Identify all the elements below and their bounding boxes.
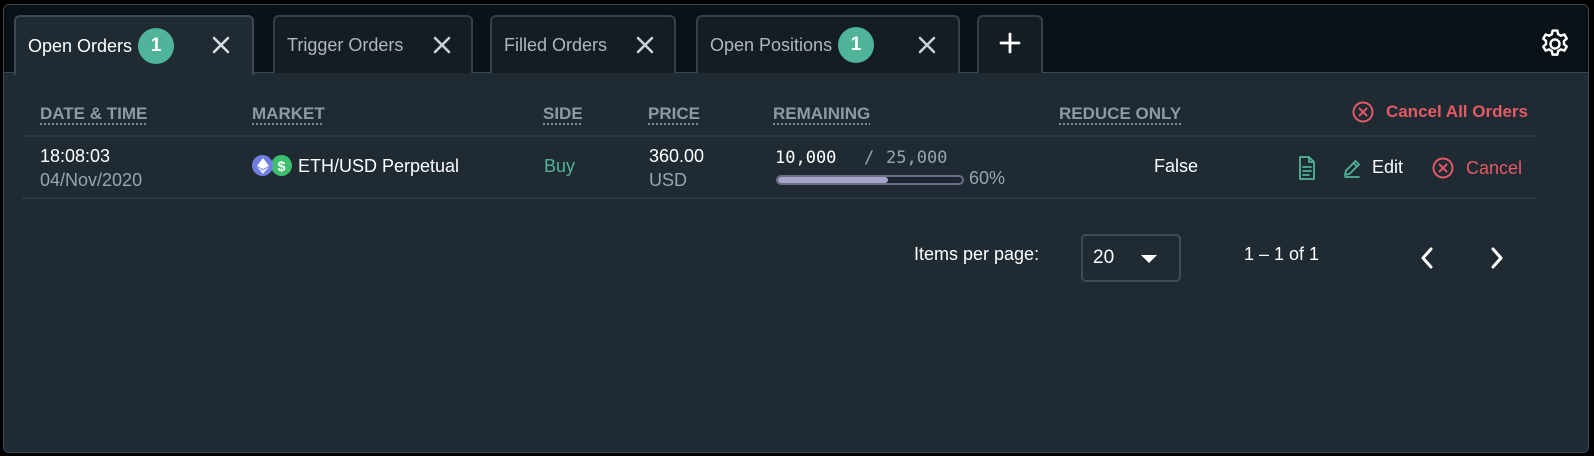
circle-x-icon xyxy=(1352,101,1374,123)
tab-label: Open Positions xyxy=(710,34,833,55)
orders-panel: Open Orders 1 Trigger Orders Filled Orde… xyxy=(3,4,1589,453)
cancel-label: Cancel xyxy=(1466,157,1523,178)
column-header-remaining[interactable]: REMAINING xyxy=(773,104,870,124)
tab-label: Trigger Orders xyxy=(287,34,404,55)
remaining-percent: 60% xyxy=(969,168,1006,188)
tab-label: Filled Orders xyxy=(504,34,608,55)
tab-bar: Open Orders 1 Trigger Orders Filled Orde… xyxy=(4,5,1588,75)
column-header-market[interactable]: MARKET xyxy=(252,104,325,124)
price-unit: USD xyxy=(649,170,688,190)
chevron-right-icon xyxy=(1489,246,1505,270)
progress-fill xyxy=(778,177,889,183)
remaining-progress-bar xyxy=(776,175,964,185)
row-divider xyxy=(22,197,1536,199)
gear-icon[interactable] xyxy=(1538,27,1572,61)
column-header-side[interactable]: SIDE xyxy=(543,104,583,124)
total-amount: 25,000 xyxy=(886,148,948,168)
cancel-all-orders-button[interactable]: Cancel All Orders xyxy=(1352,101,1528,123)
cancel-order-button[interactable]: Cancel xyxy=(1432,157,1522,179)
tab-open-positions[interactable]: Open Positions 1 xyxy=(696,15,960,73)
edit-label: Edit xyxy=(1372,157,1404,177)
header-divider xyxy=(22,135,1536,137)
chevron-left-icon xyxy=(1419,246,1435,270)
order-time: 18:08:03 xyxy=(40,146,111,166)
order-details-button[interactable] xyxy=(1298,156,1316,180)
order-price: 360.00 xyxy=(649,146,705,166)
reduce-only-value: False xyxy=(1154,156,1199,176)
tab-open-orders[interactable]: Open Orders 1 xyxy=(14,15,254,75)
remaining-separator: / xyxy=(864,148,875,168)
column-header-price[interactable]: PRICE xyxy=(648,104,700,124)
items-per-page-select[interactable]: 20 xyxy=(1081,234,1181,282)
close-icon[interactable] xyxy=(916,34,938,56)
document-icon xyxy=(1298,156,1316,180)
page-range-label: 1 – 1 of 1 xyxy=(1244,244,1320,264)
chevron-down-icon xyxy=(1141,255,1157,263)
previous-page-button[interactable] xyxy=(1412,243,1442,273)
column-header-reduce-only[interactable]: REDUCE ONLY xyxy=(1059,104,1181,124)
tab-label: Open Orders xyxy=(28,35,133,56)
order-date: 04/Nov/2020 xyxy=(40,170,143,190)
remaining-amount: 10,000 xyxy=(775,148,837,168)
items-per-page-label: Items per page: xyxy=(914,244,1040,264)
column-header-date-time[interactable]: DATE & TIME xyxy=(40,104,147,124)
count-badge: 1 xyxy=(838,27,875,63)
pencil-icon xyxy=(1342,158,1362,178)
items-per-page-value: 20 xyxy=(1093,247,1115,268)
close-icon[interactable] xyxy=(431,34,453,56)
circle-x-icon xyxy=(1432,157,1454,179)
count-badge: 1 xyxy=(138,28,175,64)
close-icon[interactable] xyxy=(634,34,656,56)
close-icon[interactable] xyxy=(210,34,232,56)
market-name[interactable]: ETH/USD Perpetual xyxy=(298,156,459,177)
usd-coin-icon: $ xyxy=(271,155,292,176)
ethereum-icon xyxy=(252,155,273,176)
plus-icon xyxy=(999,32,1021,59)
next-page-button[interactable] xyxy=(1482,243,1512,273)
tab-filled-orders[interactable]: Filled Orders xyxy=(490,15,676,73)
tab-trigger-orders[interactable]: Trigger Orders xyxy=(273,15,473,73)
edit-order-button[interactable]: Edit xyxy=(1342,157,1403,178)
cancel-all-label: Cancel All Orders xyxy=(1385,102,1528,121)
add-tab-button[interactable] xyxy=(977,15,1043,73)
order-side: Buy xyxy=(544,156,576,176)
